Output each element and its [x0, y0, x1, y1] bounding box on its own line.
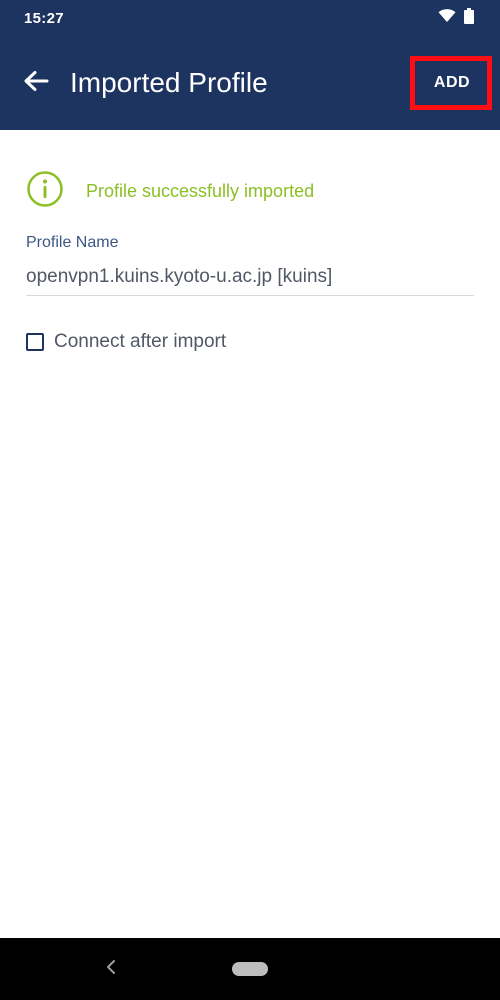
page-title: Imported Profile — [70, 67, 268, 98]
connect-after-import-option[interactable]: Connect after import — [26, 328, 226, 356]
nav-back-button[interactable] — [102, 958, 120, 980]
wifi-icon — [438, 8, 456, 28]
nav-home-button[interactable] — [232, 962, 268, 976]
connect-after-import-checkbox[interactable] — [26, 333, 44, 351]
arrow-left-icon — [23, 70, 49, 97]
app-bar: Imported Profile ADD — [0, 36, 500, 130]
system-nav-bar — [0, 938, 500, 1000]
profile-name-input[interactable] — [26, 258, 474, 296]
screen: 15:27 Imported Profile ADD Profile succe… — [0, 0, 500, 1000]
import-success-notice: Profile successfully imported — [26, 170, 315, 213]
chevron-left-icon — [106, 959, 116, 980]
status-time: 15:27 — [24, 9, 64, 27]
info-circle-icon — [26, 170, 64, 213]
add-button[interactable]: ADD — [420, 65, 484, 101]
battery-icon — [464, 7, 474, 29]
connect-after-import-label: Connect after import — [54, 331, 227, 352]
back-button[interactable] — [20, 67, 52, 99]
status-icons — [438, 7, 474, 29]
profile-name-label: Profile Name — [26, 234, 119, 251]
success-message: Profile successfully imported — [86, 180, 315, 201]
status-bar: 15:27 — [0, 0, 500, 36]
